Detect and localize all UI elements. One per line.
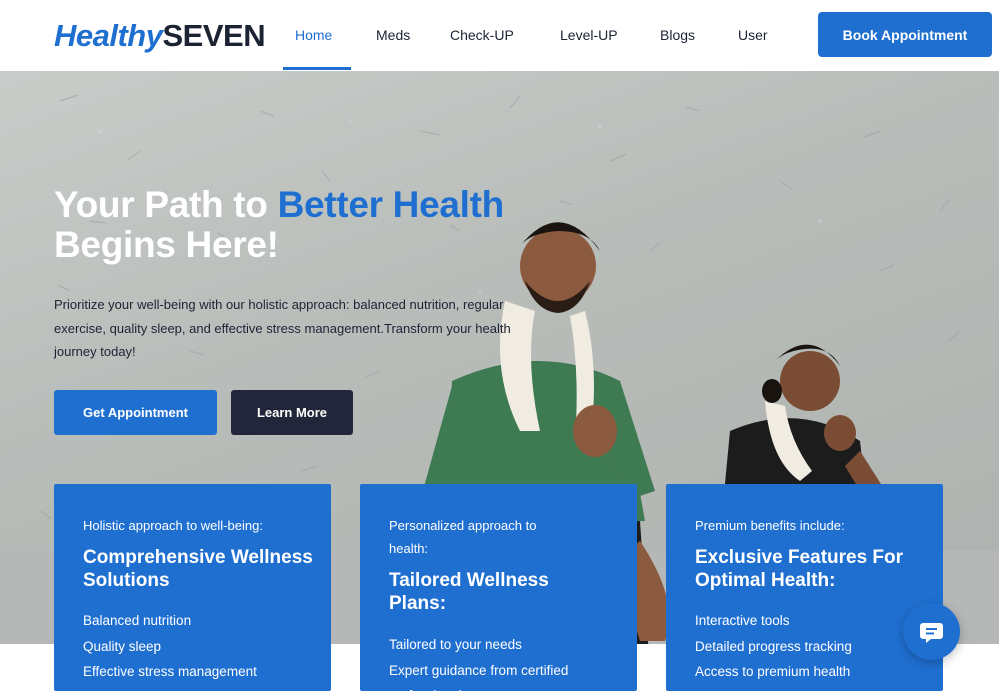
headline-highlight: Better Health [277, 184, 505, 225]
top-navbar: HealthySEVEN Home Meds Check-UP Level-UP… [0, 0, 999, 71]
feature-card-premium: Premium benefits include: Exclusive Feat… [666, 484, 943, 691]
learn-more-button[interactable]: Learn More [231, 390, 353, 435]
nav-item-level-up[interactable]: Level-UP [560, 27, 618, 43]
logo-seven: SEVEN [162, 18, 266, 53]
active-nav-indicator [283, 67, 351, 70]
hero-headline: Your Path to Better Health Begins Here! [54, 185, 504, 265]
card-list-item: Effective stress management [83, 664, 257, 679]
feature-card-wellness: Holistic approach to well-being: Compreh… [54, 484, 331, 691]
card-list-item: Tailored to your needs [389, 637, 522, 652]
card-list-item: Expert guidance from certified professio… [389, 662, 569, 691]
card-title: Tailored Wellness Plans: [389, 570, 549, 614]
nav-item-home[interactable]: Home [295, 27, 332, 43]
hero-description: Prioritize your well-being with our holi… [54, 297, 511, 359]
nav-item-user[interactable]: User [738, 27, 768, 43]
card-list-item: Balanced nutrition [83, 613, 192, 628]
book-appointment-button[interactable]: Book Appointment [818, 12, 992, 57]
card-list-item: Detailed progress tracking [695, 638, 852, 654]
card-title: Comprehensive Wellness Solutions [83, 547, 313, 591]
feature-card-tailored: Personalized approach to health: Tailore… [360, 484, 637, 691]
card-list-item: Access to premium health [695, 664, 851, 679]
headline-part1: Your Path to [54, 184, 278, 225]
card-eyebrow: Personalized approach to health: [389, 518, 537, 556]
card-eyebrow: Premium benefits include: [695, 518, 845, 533]
logo-healthy: Healthy [54, 18, 163, 53]
nav-item-blogs[interactable]: Blogs [660, 27, 695, 43]
chat-icon [920, 623, 943, 643]
card-eyebrow: Holistic approach to well-being: [83, 518, 263, 533]
card-list-item: Interactive tools [695, 613, 790, 628]
card-list: Tailored to your needs Expert guidance f… [389, 632, 619, 691]
get-appointment-button[interactable]: Get Appointment [54, 390, 217, 435]
card-list: Interactive tools Detailed progress trac… [695, 608, 852, 685]
headline-part2: Begins Here! [54, 224, 279, 265]
nav-item-check-up[interactable]: Check-UP [450, 27, 514, 43]
card-list-item: Quality sleep [83, 638, 162, 654]
card-list: Balanced nutrition Quality sleep Effecti… [83, 608, 257, 685]
card-title: Exclusive Features For Optimal Health: [695, 547, 904, 591]
nav-item-meds[interactable]: Meds [376, 27, 410, 43]
site-logo[interactable]: HealthySEVEN [54, 18, 266, 54]
chat-button[interactable] [903, 603, 960, 660]
